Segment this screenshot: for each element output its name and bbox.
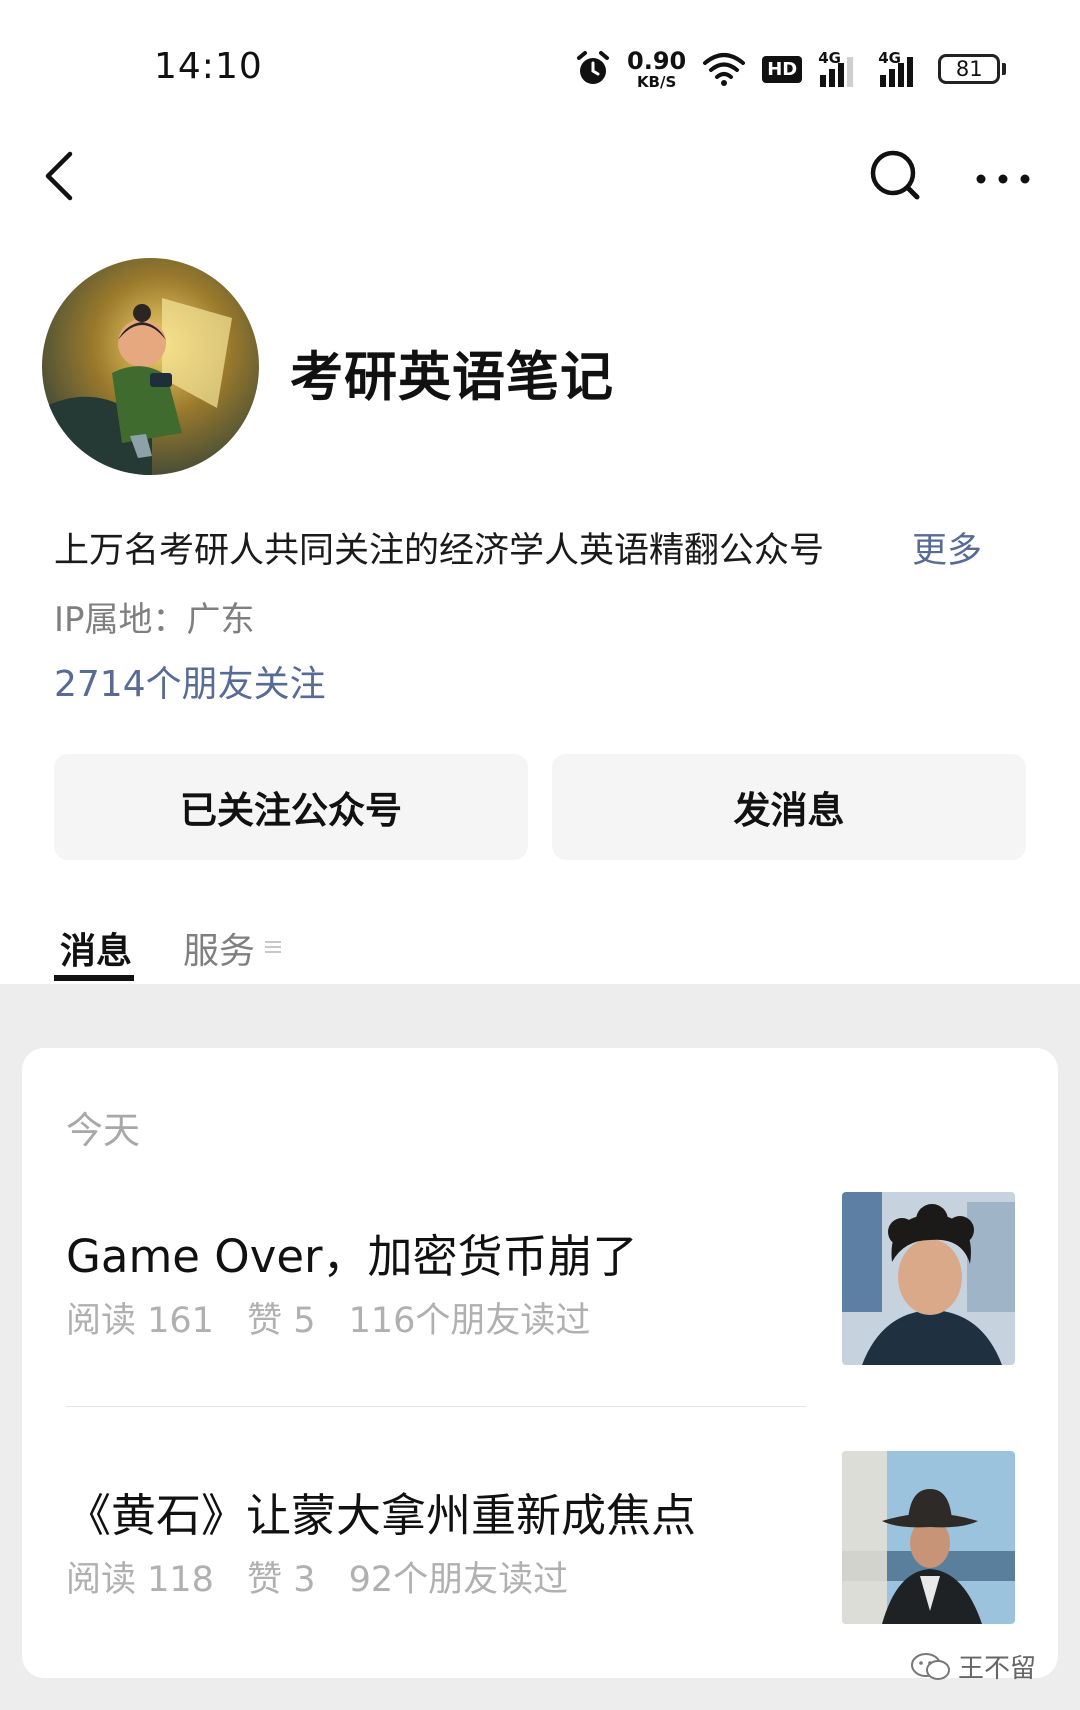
nav-bar [0,130,1080,220]
followed-account-button[interactable]: 已关注公众号 [54,754,528,860]
watermark: 王不留 [910,1648,1036,1685]
status-bar: 14:10 0.90 KB/S HD 4G 4G 81 [0,0,1080,140]
article-likes: 赞 3 [247,1560,316,1600]
article-stats: 阅读 118 赞 3 92个朋友读过 [66,1551,590,1602]
hd-badge: HD [762,55,803,83]
status-time: 14:10 [154,46,263,87]
more-options-button[interactable] [970,142,1036,208]
more-dots-icon [976,174,1030,184]
search-button[interactable] [860,142,930,208]
watermark-text: 王不留 [958,1654,1037,1684]
bio-more-link[interactable]: 更多 [912,522,982,573]
article-reads: 阅读 161 [66,1301,214,1341]
article-stats: 阅读 161 赞 5 116个朋友读过 [66,1292,612,1343]
back-arrow-icon [45,151,73,201]
tab-messages[interactable]: 消息 [60,922,132,974]
article-title: 《黄石》让蒙大拿州重新成焦点 [66,1489,697,1542]
network-speed-value: 0.90 [627,46,687,75]
tab-services[interactable]: 服务 [183,922,255,974]
friends-following-link[interactable]: 2714个朋友关注 [54,655,326,707]
article-item[interactable]: 《黄石》让蒙大拿州重新成焦点 阅读 118 赞 3 92个朋友读过 [22,1451,1058,1631]
search-icon [870,150,920,200]
cowboy-thumbnail [842,1451,1015,1624]
account-name: 考研英语笔记 [290,347,614,408]
active-tab-indicator [54,975,134,981]
battery-level: 81 [938,54,1001,84]
ip-location: IP属地：广东 [54,600,255,640]
battery-indicator: 81 [938,54,1007,84]
signal-strength-1: 4G [818,49,862,87]
article-thumbnail [842,1451,1015,1624]
alarm-icon [577,51,609,84]
signal-strength-2: 4G [878,49,922,87]
article-divider [66,1406,806,1407]
back-button[interactable] [30,142,90,208]
article-reads: 阅读 118 [66,1560,214,1600]
wifi-icon [703,53,746,86]
account-bio: 上万名考研人共同关注的经济学人英语精翻公众号 [54,531,825,571]
portrait-thumbnail [842,1192,1015,1365]
network-speed: 0.90 KB/S [627,49,686,90]
avatar-illustration [42,258,259,475]
article-title: Game Over，加密货币崩了 [66,1230,638,1283]
article-item[interactable]: Game Over，加密货币崩了 阅读 161 赞 5 116个朋友读过 [22,1192,1058,1372]
article-friends-read: 92个朋友读过 [348,1560,569,1600]
wechat-icon [911,1652,950,1680]
send-message-button[interactable]: 发消息 [552,754,1026,860]
account-avatar[interactable] [42,258,259,475]
article-thumbnail [842,1192,1015,1365]
status-icons: 0.90 KB/S HD 4G 4G 81 [575,44,1007,94]
article-likes: 赞 5 [247,1301,316,1341]
feed-date-label: 今天 [66,1109,140,1152]
network-speed-unit: KB/S [636,72,677,91]
article-friends-read: 116个朋友读过 [348,1301,591,1341]
menu-lines-icon [265,941,281,953]
